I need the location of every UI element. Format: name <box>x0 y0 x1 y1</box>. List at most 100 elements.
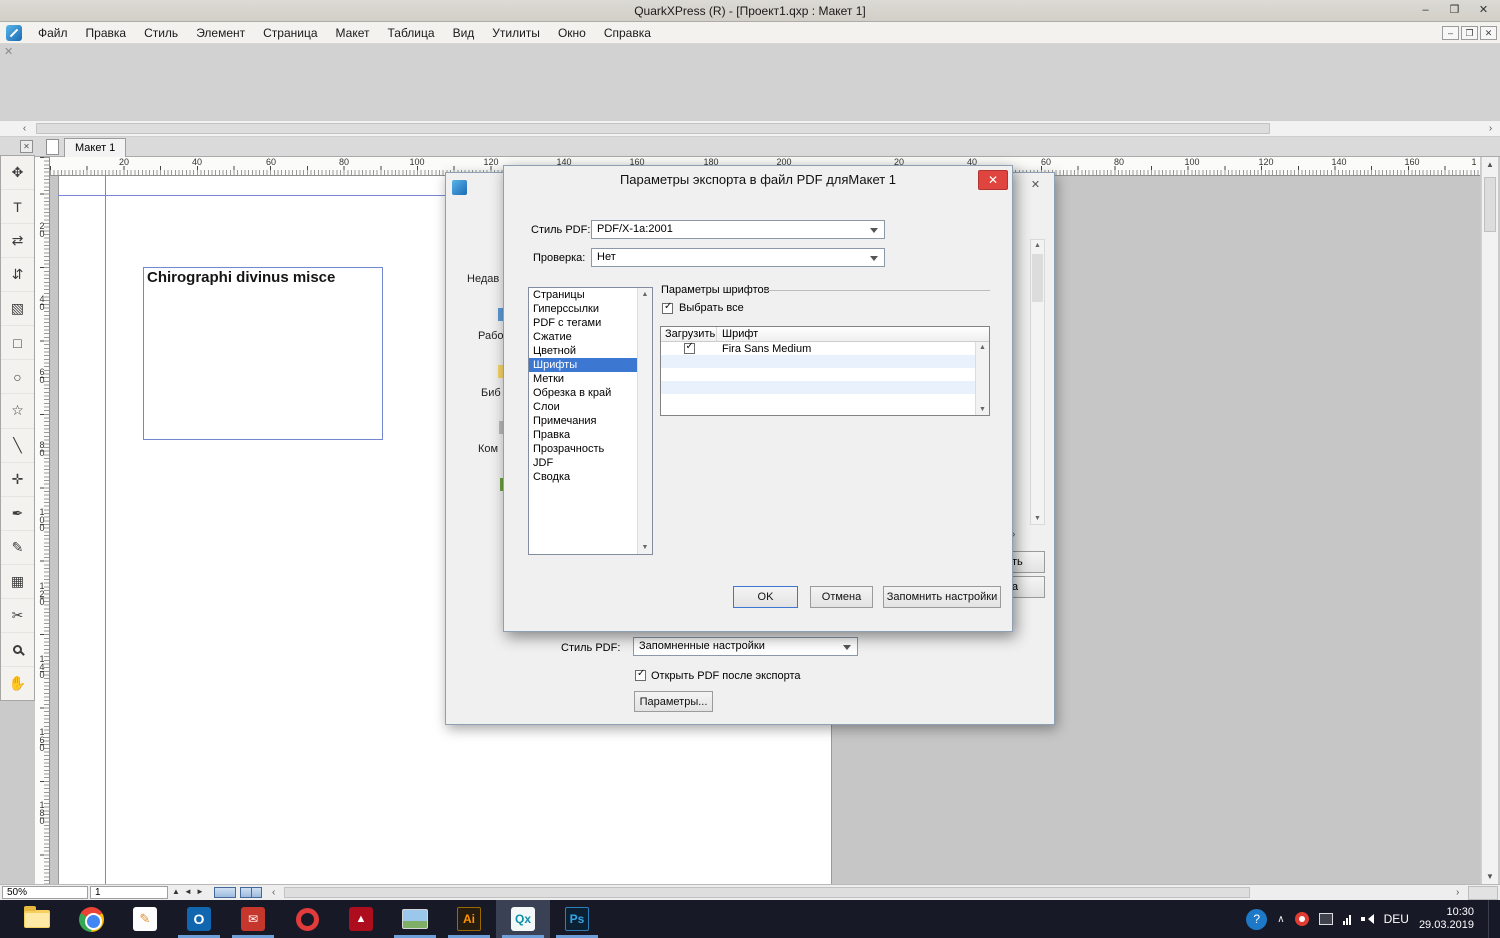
rectangle-box-tool[interactable]: □ <box>1 326 34 361</box>
taskbar-opera[interactable] <box>280 900 334 938</box>
spread-view-icon[interactable] <box>240 887 262 898</box>
mdi-close-button[interactable]: ✕ <box>1480 26 1497 40</box>
scrollbar-thumb[interactable] <box>1032 254 1043 302</box>
sections-scrollbar[interactable] <box>637 288 652 554</box>
pdf-style-select[interactable]: Запомненные настройки <box>633 637 858 656</box>
pdf-style-select[interactable]: PDF/X-1a:2001 <box>591 220 885 239</box>
ok-button[interactable]: OK <box>733 586 798 608</box>
previous-page-icon[interactable] <box>184 887 192 896</box>
tray-window-icon[interactable] <box>1318 913 1333 925</box>
taskbar-chrome[interactable] <box>64 900 118 938</box>
zoom-level-field[interactable]: 50% <box>2 886 88 899</box>
cancel-button[interactable]: Отмена <box>810 586 873 608</box>
page-number-field[interactable]: 1 <box>90 886 168 899</box>
picture-content-tool[interactable]: ▧ <box>1 292 34 327</box>
menu-view[interactable]: Вид <box>444 23 484 43</box>
restore-button[interactable]: ❐ <box>1440 1 1469 20</box>
column-header-font[interactable]: Шрифт <box>717 327 989 341</box>
section-hyperlinks[interactable]: Гиперссылки <box>529 302 638 316</box>
verification-select[interactable]: Нет <box>591 248 885 267</box>
show-desktop-button[interactable] <box>1488 900 1492 938</box>
split-view-icon[interactable] <box>20 140 33 153</box>
menu-style[interactable]: Стиль <box>135 23 187 43</box>
starburst-tool[interactable]: ☆ <box>1 394 34 429</box>
section-pages[interactable]: Страницы <box>529 288 638 302</box>
page-up-icon[interactable] <box>172 887 180 896</box>
menu-window[interactable]: Окно <box>549 23 595 43</box>
text-content-tool[interactable]: T <box>1 190 34 225</box>
taskbar-file-explorer[interactable] <box>10 900 64 938</box>
horizontal-scrollbar-top[interactable] <box>0 120 1500 137</box>
tables-tool[interactable]: ▦ <box>1 565 34 599</box>
menu-table[interactable]: Таблица <box>379 23 444 43</box>
sidebar-item-recent[interactable]: Недав <box>467 273 499 285</box>
pan-tool[interactable]: ✋ <box>1 667 34 700</box>
composition-zones-tool[interactable]: ✛ <box>1 463 34 497</box>
column-header-download[interactable]: Загрузить <box>661 327 717 341</box>
menu-item[interactable]: Элемент <box>187 23 254 43</box>
taskbar-photoshop[interactable]: Ps <box>550 900 604 938</box>
taskbar-mail[interactable]: ✉ <box>226 900 280 938</box>
scroll-down-icon[interactable] <box>1482 872 1498 881</box>
save-dialog-close-button[interactable]: ✕ <box>1022 176 1049 196</box>
scroll-left-icon[interactable] <box>272 886 275 899</box>
taskbar-quarkxpress[interactable]: Qx <box>496 900 550 938</box>
margin-guide-vertical[interactable] <box>105 176 106 884</box>
taskbar-photo-viewer[interactable] <box>388 900 442 938</box>
taskbar-text-editor[interactable]: ✎ <box>118 900 172 938</box>
dialog-close-button[interactable]: ✕ <box>978 170 1008 190</box>
minimize-button[interactable]: – <box>1411 1 1440 20</box>
section-bleed[interactable]: Обрезка в край <box>529 386 638 400</box>
section-marks[interactable]: Метки <box>529 372 638 386</box>
text-frame[interactable]: Chirographi divinus misce <box>143 267 383 440</box>
menu-layout[interactable]: Макет <box>327 23 379 43</box>
vertical-scrollbar[interactable] <box>1481 157 1498 884</box>
line-tool[interactable]: ╲ <box>1 429 34 463</box>
select-all-checkbox[interactable] <box>662 301 673 314</box>
volume-icon[interactable] <box>1360 913 1374 925</box>
sidebar-item-libraries[interactable]: Биб <box>481 387 501 399</box>
menu-utilities[interactable]: Утилиты <box>483 23 549 43</box>
close-button[interactable]: ✕ <box>1469 1 1498 20</box>
text-linking-tool[interactable]: ⇄ <box>1 224 34 259</box>
bezier-pen-tool[interactable]: ✒ <box>1 497 34 531</box>
scroll-right-icon[interactable] <box>1456 886 1459 899</box>
section-jdf[interactable]: JDF <box>529 456 638 470</box>
menu-page[interactable]: Страница <box>254 23 326 43</box>
taskbar-illustrator[interactable]: Ai <box>442 900 496 938</box>
oval-box-tool[interactable]: ○ <box>1 360 34 395</box>
tab-layout-1[interactable]: Макет 1 <box>64 138 127 157</box>
font-table-row[interactable]: Fira Sans Medium <box>661 341 976 355</box>
file-list-scrollbar[interactable] <box>1030 239 1045 525</box>
scissors-tool[interactable]: ✂ <box>1 599 34 633</box>
mdi-minimize-button[interactable]: – <box>1442 26 1459 40</box>
language-indicator[interactable]: DEU <box>1384 912 1409 926</box>
section-transparency[interactable]: Прозрачность <box>529 442 638 456</box>
options-button[interactable]: Параметры... <box>634 691 713 712</box>
mdi-restore-button[interactable]: ❐ <box>1461 26 1478 40</box>
text-unlinking-tool[interactable]: ⇵ <box>1 258 34 293</box>
menu-edit[interactable]: Правка <box>77 23 136 43</box>
page-view-icon[interactable] <box>214 887 236 898</box>
taskbar-outlook[interactable]: O <box>172 900 226 938</box>
scroll-up-icon[interactable] <box>1482 160 1498 169</box>
sidebar-item-desktop[interactable]: Рабо <box>478 330 504 342</box>
clock[interactable]: 10:30 29.03.2019 <box>1419 906 1474 932</box>
next-page-icon[interactable] <box>196 887 204 896</box>
section-tagged-pdf[interactable]: PDF с тегами <box>529 316 638 330</box>
freehand-line-tool[interactable]: ✎ <box>1 531 34 565</box>
section-color[interactable]: Цветной <box>529 344 638 358</box>
remember-settings-button[interactable]: Запомнить настройки <box>883 586 1001 608</box>
section-layers[interactable]: Слои <box>529 400 638 414</box>
taskbar-acrobat-reader[interactable]: ▲ <box>334 900 388 938</box>
section-summary[interactable]: Сводка <box>529 470 638 484</box>
section-notes[interactable]: Примечания <box>529 414 638 428</box>
help-icon[interactable]: ? <box>1246 908 1268 930</box>
item-tool[interactable]: ✥ <box>1 156 34 191</box>
scrollbar-thumb[interactable] <box>36 123 1270 134</box>
scrollbar-thumb[interactable] <box>1484 177 1496 232</box>
scrollbar-thumb[interactable] <box>284 887 1250 898</box>
section-fonts[interactable]: Шрифты <box>529 358 638 372</box>
open-after-export-checkbox[interactable] <box>635 668 646 681</box>
zoom-tool[interactable] <box>1 633 34 667</box>
